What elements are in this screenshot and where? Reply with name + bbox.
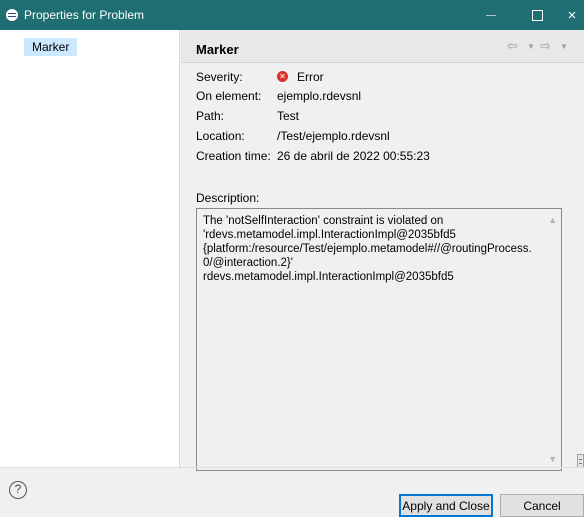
- scroll-up-icon[interactable]: ▲: [548, 215, 557, 225]
- apply-and-close-button[interactable]: Apply and Close: [399, 494, 493, 517]
- maximize-icon: [531, 9, 543, 21]
- error-icon: ✕: [277, 71, 288, 82]
- scroll-down-icon[interactable]: ▼: [548, 454, 557, 464]
- cancel-button[interactable]: Cancel: [500, 494, 584, 517]
- eclipse-app-icon: [6, 9, 18, 21]
- window-title: Properties for Problem: [24, 8, 145, 22]
- back-dropdown-icon[interactable]: ▼: [527, 42, 535, 51]
- description-textarea[interactable]: The 'notSelfInteraction' constraint is v…: [196, 208, 562, 471]
- forward-arrow-icon[interactable]: ⇨: [540, 38, 551, 54]
- description-text: The 'notSelfInteraction' constraint is v…: [203, 215, 532, 283]
- panel-header: Marker ⇦ ▼ ⇨ ▼: [181, 30, 584, 63]
- maximize-button[interactable]: [514, 0, 560, 30]
- severity-label: Severity:: [196, 70, 243, 84]
- location-label: Location:: [196, 129, 245, 143]
- minimize-icon: [486, 14, 496, 16]
- forward-dropdown-icon[interactable]: ▼: [560, 42, 568, 51]
- page-title: Marker: [196, 42, 239, 57]
- location-value: /Test/ejemplo.rdevsnl: [277, 129, 390, 143]
- creation-time-label: Creation time:: [196, 149, 271, 163]
- help-icon[interactable]: ?: [9, 481, 27, 499]
- path-label: Path:: [196, 109, 225, 123]
- path-value: Test: [277, 109, 300, 123]
- description-label: Description:: [196, 191, 260, 205]
- footer-divider: [0, 467, 584, 468]
- close-button[interactable]: ×: [560, 0, 584, 30]
- panel-side-icon[interactable]: [577, 454, 584, 468]
- creation-time-value: 26 de abril de 2022 00:55:23: [277, 149, 430, 163]
- on-element-value: ejemplo.rdevsnl: [277, 89, 362, 103]
- window-titlebar: Properties for Problem ×: [0, 0, 584, 30]
- properties-nav: Marker: [0, 30, 180, 467]
- minimize-button[interactable]: [468, 0, 514, 30]
- properties-panel: Marker ⇦ ▼ ⇨ ▼ Severity: ✕ Error On elem…: [181, 30, 584, 471]
- nav-item-marker[interactable]: Marker: [24, 38, 78, 56]
- severity-value: Error: [297, 70, 324, 84]
- on-element-label: On element:: [196, 89, 262, 103]
- back-arrow-icon[interactable]: ⇦: [507, 38, 518, 54]
